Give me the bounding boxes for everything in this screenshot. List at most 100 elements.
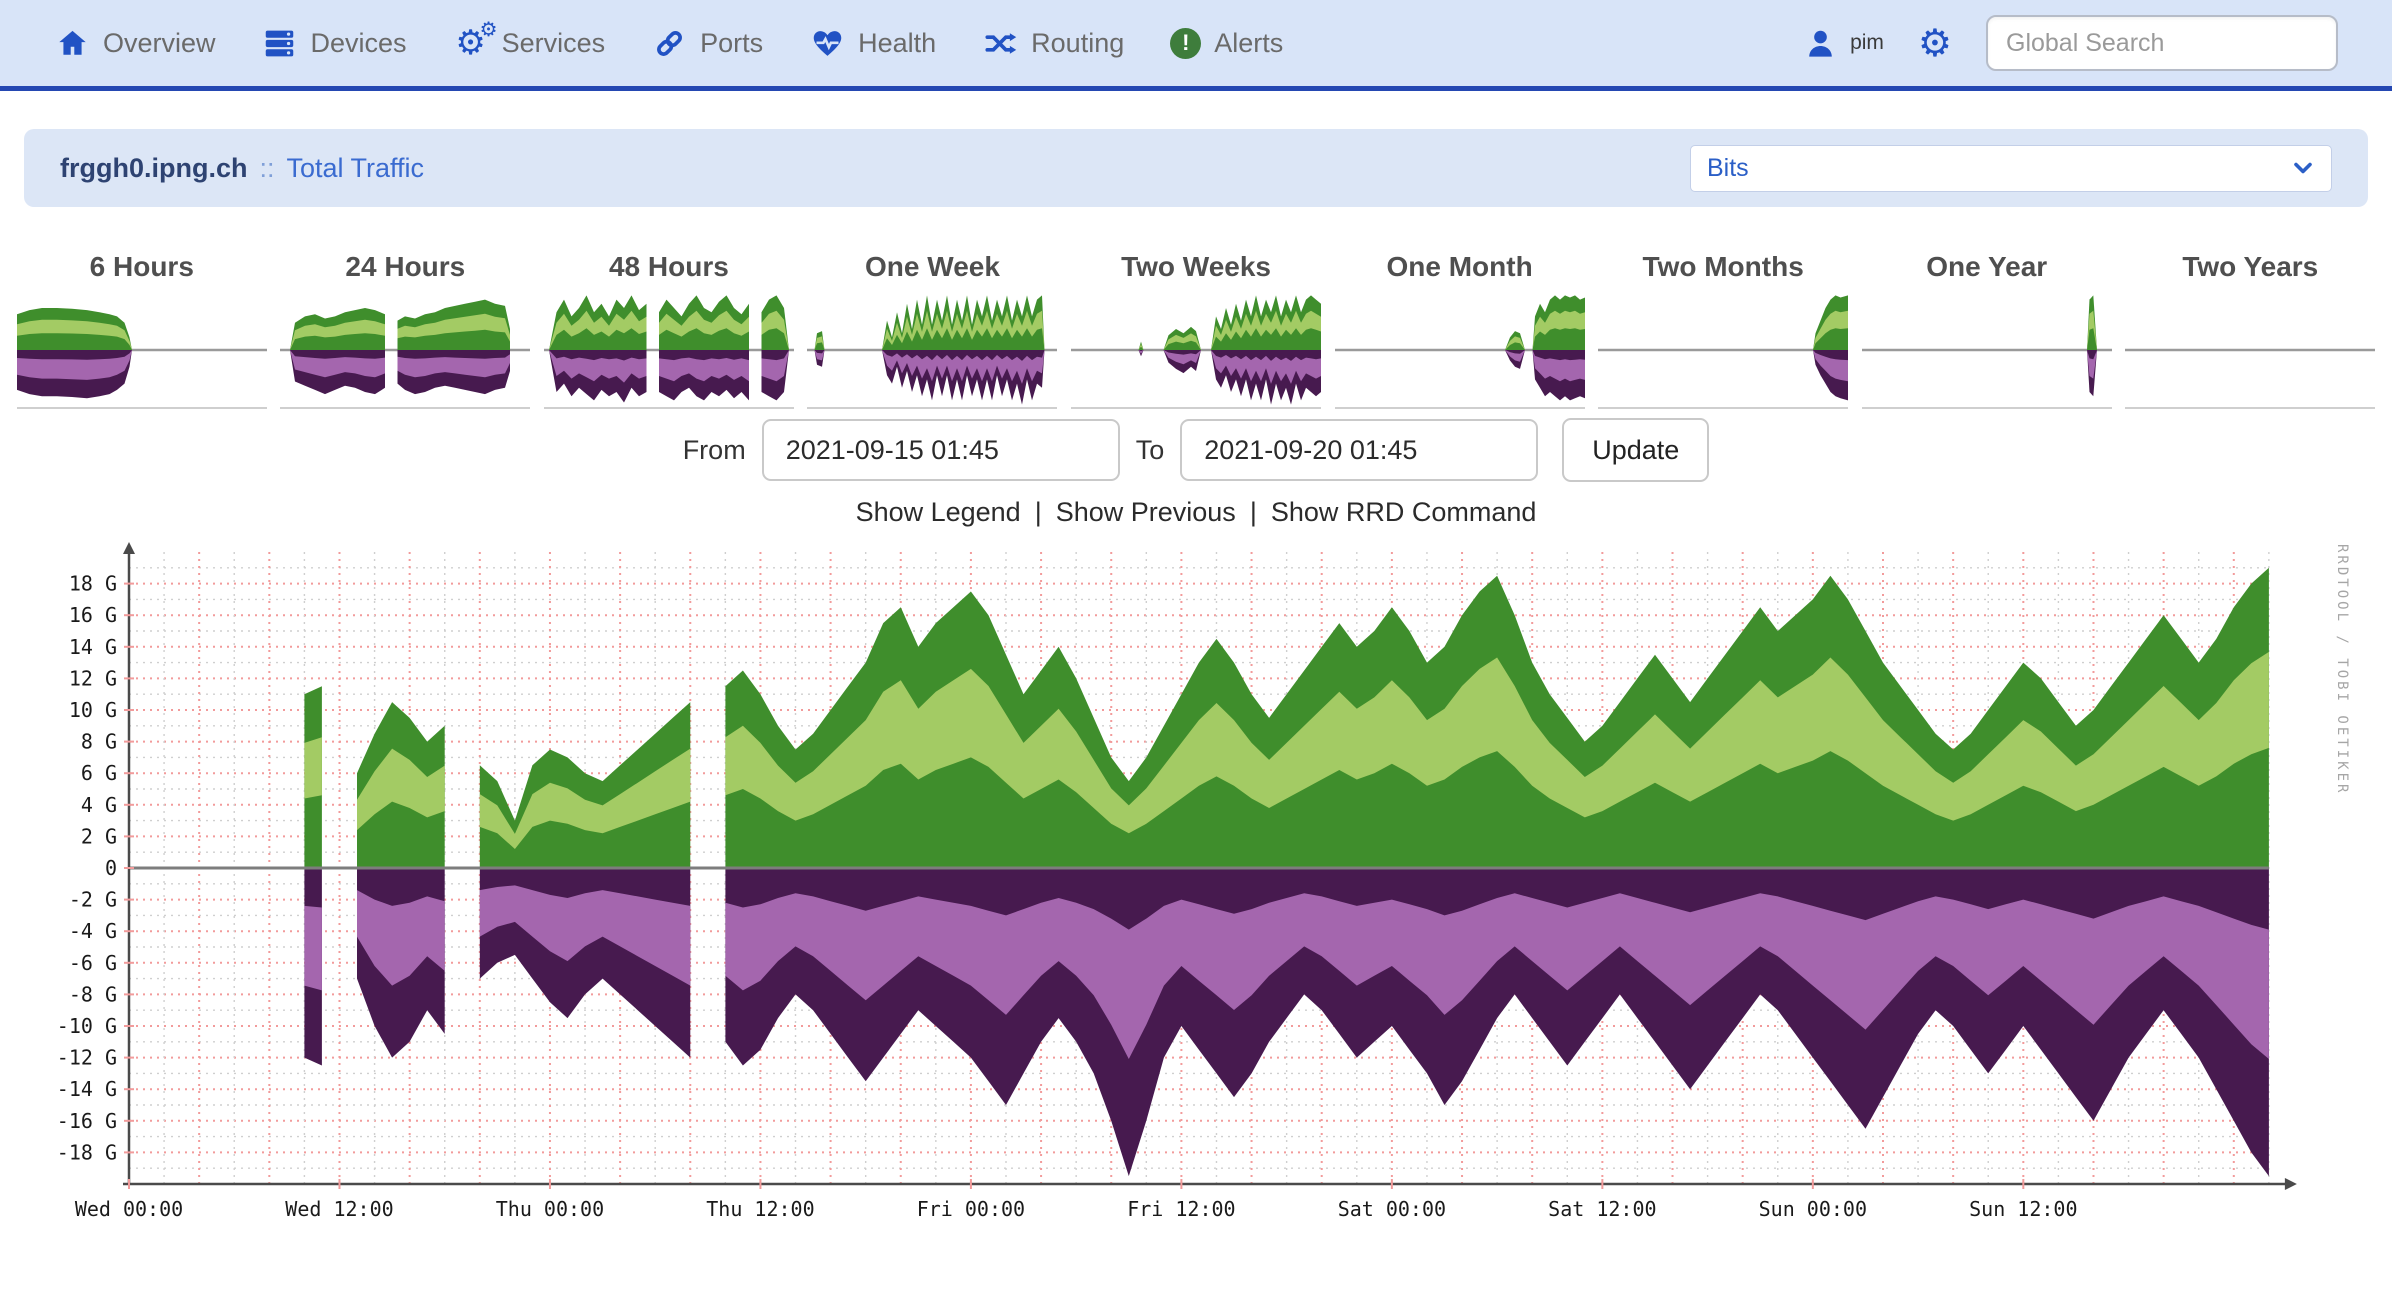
svg-text:-10 G: -10 G	[57, 1014, 117, 1038]
nav-item-label: Services	[502, 28, 606, 59]
svg-text:-6 G: -6 G	[69, 951, 117, 975]
range-label: Two Weeks	[1121, 251, 1271, 283]
svg-text:Wed 00:00: Wed 00:00	[75, 1197, 183, 1221]
rrdtool-watermark: RRDTOOL / TOBI OETIKER	[2334, 544, 2350, 795]
range-one-month[interactable]: One Month	[1328, 251, 1592, 410]
server-stack-icon	[262, 25, 298, 61]
heart-pulse-icon	[809, 25, 845, 61]
update-button[interactable]: Update	[1562, 418, 1709, 482]
range-two-years[interactable]: Two Years	[2119, 251, 2383, 410]
breadcrumb: frggh0.ipng.ch :: Total Traffic	[60, 153, 424, 184]
to-label: To	[1136, 435, 1165, 466]
show-legend-link[interactable]: Show Legend	[856, 497, 1021, 528]
nav-item-label: Overview	[103, 28, 216, 59]
svg-text:-16 G: -16 G	[57, 1109, 117, 1133]
svg-text:Thu 12:00: Thu 12:00	[706, 1197, 814, 1221]
range-thumbnail-graph	[1598, 288, 1848, 410]
nav-item-label: Health	[858, 28, 936, 59]
top-navbar: Overview Devices ⚙ ⚙ Services Ports	[0, 0, 2392, 91]
svg-text:Wed 12:00: Wed 12:00	[285, 1197, 393, 1221]
global-search-input[interactable]	[1986, 15, 2338, 71]
units-select-value: Bits	[1707, 154, 1749, 183]
nav-item-devices[interactable]: Devices	[262, 25, 407, 61]
link-separator: |	[1250, 497, 1257, 528]
svg-text:-8 G: -8 G	[69, 982, 117, 1006]
nav-item-services[interactable]: ⚙ ⚙ Services	[453, 25, 606, 61]
shuffle-icon	[982, 25, 1018, 61]
range-thumbnail-graph	[1071, 288, 1321, 410]
nav-item-overview[interactable]: Overview	[54, 25, 216, 61]
link-icon	[651, 25, 687, 61]
svg-text:-14 G: -14 G	[57, 1077, 117, 1101]
range-label: 48 Hours	[609, 251, 729, 283]
range-label: One Year	[1926, 251, 2047, 283]
range-48-hours[interactable]: 48 Hours	[537, 251, 801, 410]
svg-text:Sun 00:00: Sun 00:00	[1759, 1197, 1867, 1221]
show-previous-link[interactable]: Show Previous	[1056, 497, 1236, 528]
svg-text:Thu 00:00: Thu 00:00	[496, 1197, 604, 1221]
svg-text:8 G: 8 G	[81, 730, 117, 754]
from-label: From	[683, 435, 746, 466]
range-two-months[interactable]: Two Months	[1591, 251, 1855, 410]
range-one-week[interactable]: One Week	[801, 251, 1065, 410]
title-separator: ::	[259, 153, 274, 184]
range-thumbnail-graph	[807, 288, 1057, 410]
range-thumbnail-graph	[1862, 288, 2112, 410]
nav-item-label: Ports	[700, 28, 763, 59]
svg-text:-18 G: -18 G	[57, 1140, 117, 1164]
traffic-graph-section: -18 G -16 G -14 G -12 G -10 G -8 G -6 G -4 G -2 …	[44, 538, 2374, 1230]
nav-item-label: Alerts	[1214, 28, 1283, 59]
home-icon	[54, 25, 90, 61]
svg-text:6 G: 6 G	[81, 761, 117, 785]
svg-text:4 G: 4 G	[81, 793, 117, 817]
nav-item-health[interactable]: Health	[809, 25, 936, 61]
graph-option-links: Show Legend | Show Previous | Show RRD C…	[0, 497, 2392, 528]
range-label: 6 Hours	[90, 251, 194, 283]
nav-item-ports[interactable]: Ports	[651, 25, 763, 61]
services-gears-icon: ⚙ ⚙	[453, 25, 489, 61]
range-thumbnail-graph	[544, 288, 794, 410]
settings-gear-icon[interactable]: ⚙	[1918, 24, 1952, 62]
user-icon	[1802, 25, 1838, 61]
svg-text:-12 G: -12 G	[57, 1046, 117, 1070]
svg-text:-2 G: -2 G	[69, 888, 117, 912]
user-menu[interactable]: pim	[1802, 25, 1884, 61]
nav-item-routing[interactable]: Routing	[982, 25, 1124, 61]
to-date-input[interactable]	[1180, 419, 1538, 481]
show-rrd-command-link[interactable]: Show RRD Command	[1271, 497, 1537, 528]
svg-text:-4 G: -4 G	[69, 919, 117, 943]
range-thumbnail-graph	[280, 288, 530, 410]
range-label: Two Years	[2182, 251, 2318, 283]
svg-text:Sun 12:00: Sun 12:00	[1969, 1197, 2077, 1221]
range-label: One Month	[1386, 251, 1532, 283]
traffic-graph[interactable]: -18 G -16 G -14 G -12 G -10 G -8 G -6 G -4 G -2 …	[44, 538, 2324, 1230]
page-title-link[interactable]: Total Traffic	[287, 153, 425, 184]
range-thumbnail-graph	[2125, 288, 2375, 410]
units-select[interactable]: Bits	[1690, 145, 2332, 192]
nav-item-label: Routing	[1031, 28, 1124, 59]
alert-circle-icon: !	[1170, 28, 1201, 59]
range-one-year[interactable]: One Year	[1855, 251, 2119, 410]
svg-text:16 G: 16 G	[69, 603, 117, 627]
svg-text:Sat 00:00: Sat 00:00	[1338, 1197, 1446, 1221]
device-name-link[interactable]: frggh0.ipng.ch	[60, 153, 247, 184]
range-24-hours[interactable]: 24 Hours	[274, 251, 538, 410]
range-two-weeks[interactable]: Two Weeks	[1064, 251, 1328, 410]
range-label: Two Months	[1643, 251, 1804, 283]
svg-text:12 G: 12 G	[69, 666, 117, 690]
svg-text:Fri 12:00: Fri 12:00	[1127, 1197, 1235, 1221]
range-thumbnail-graph	[1335, 288, 1585, 410]
svg-text:14 G: 14 G	[69, 635, 117, 659]
svg-text:Fri 00:00: Fri 00:00	[917, 1197, 1025, 1221]
svg-text:2 G: 2 G	[81, 824, 117, 848]
nav-item-alerts[interactable]: ! Alerts	[1170, 28, 1283, 59]
username: pim	[1850, 31, 1884, 55]
chevron-down-icon	[2291, 156, 2315, 180]
page-header-panel: frggh0.ipng.ch :: Total Traffic Bits	[24, 129, 2368, 207]
time-range-row: 6 Hours 24 Hours 48 Hours One Week Two W…	[10, 251, 2382, 410]
range-thumbnail-graph	[17, 288, 267, 410]
link-separator: |	[1035, 497, 1042, 528]
range-6-hours[interactable]: 6 Hours	[10, 251, 274, 410]
from-date-input[interactable]	[762, 419, 1120, 481]
svg-text:Sat 12:00: Sat 12:00	[1548, 1197, 1656, 1221]
